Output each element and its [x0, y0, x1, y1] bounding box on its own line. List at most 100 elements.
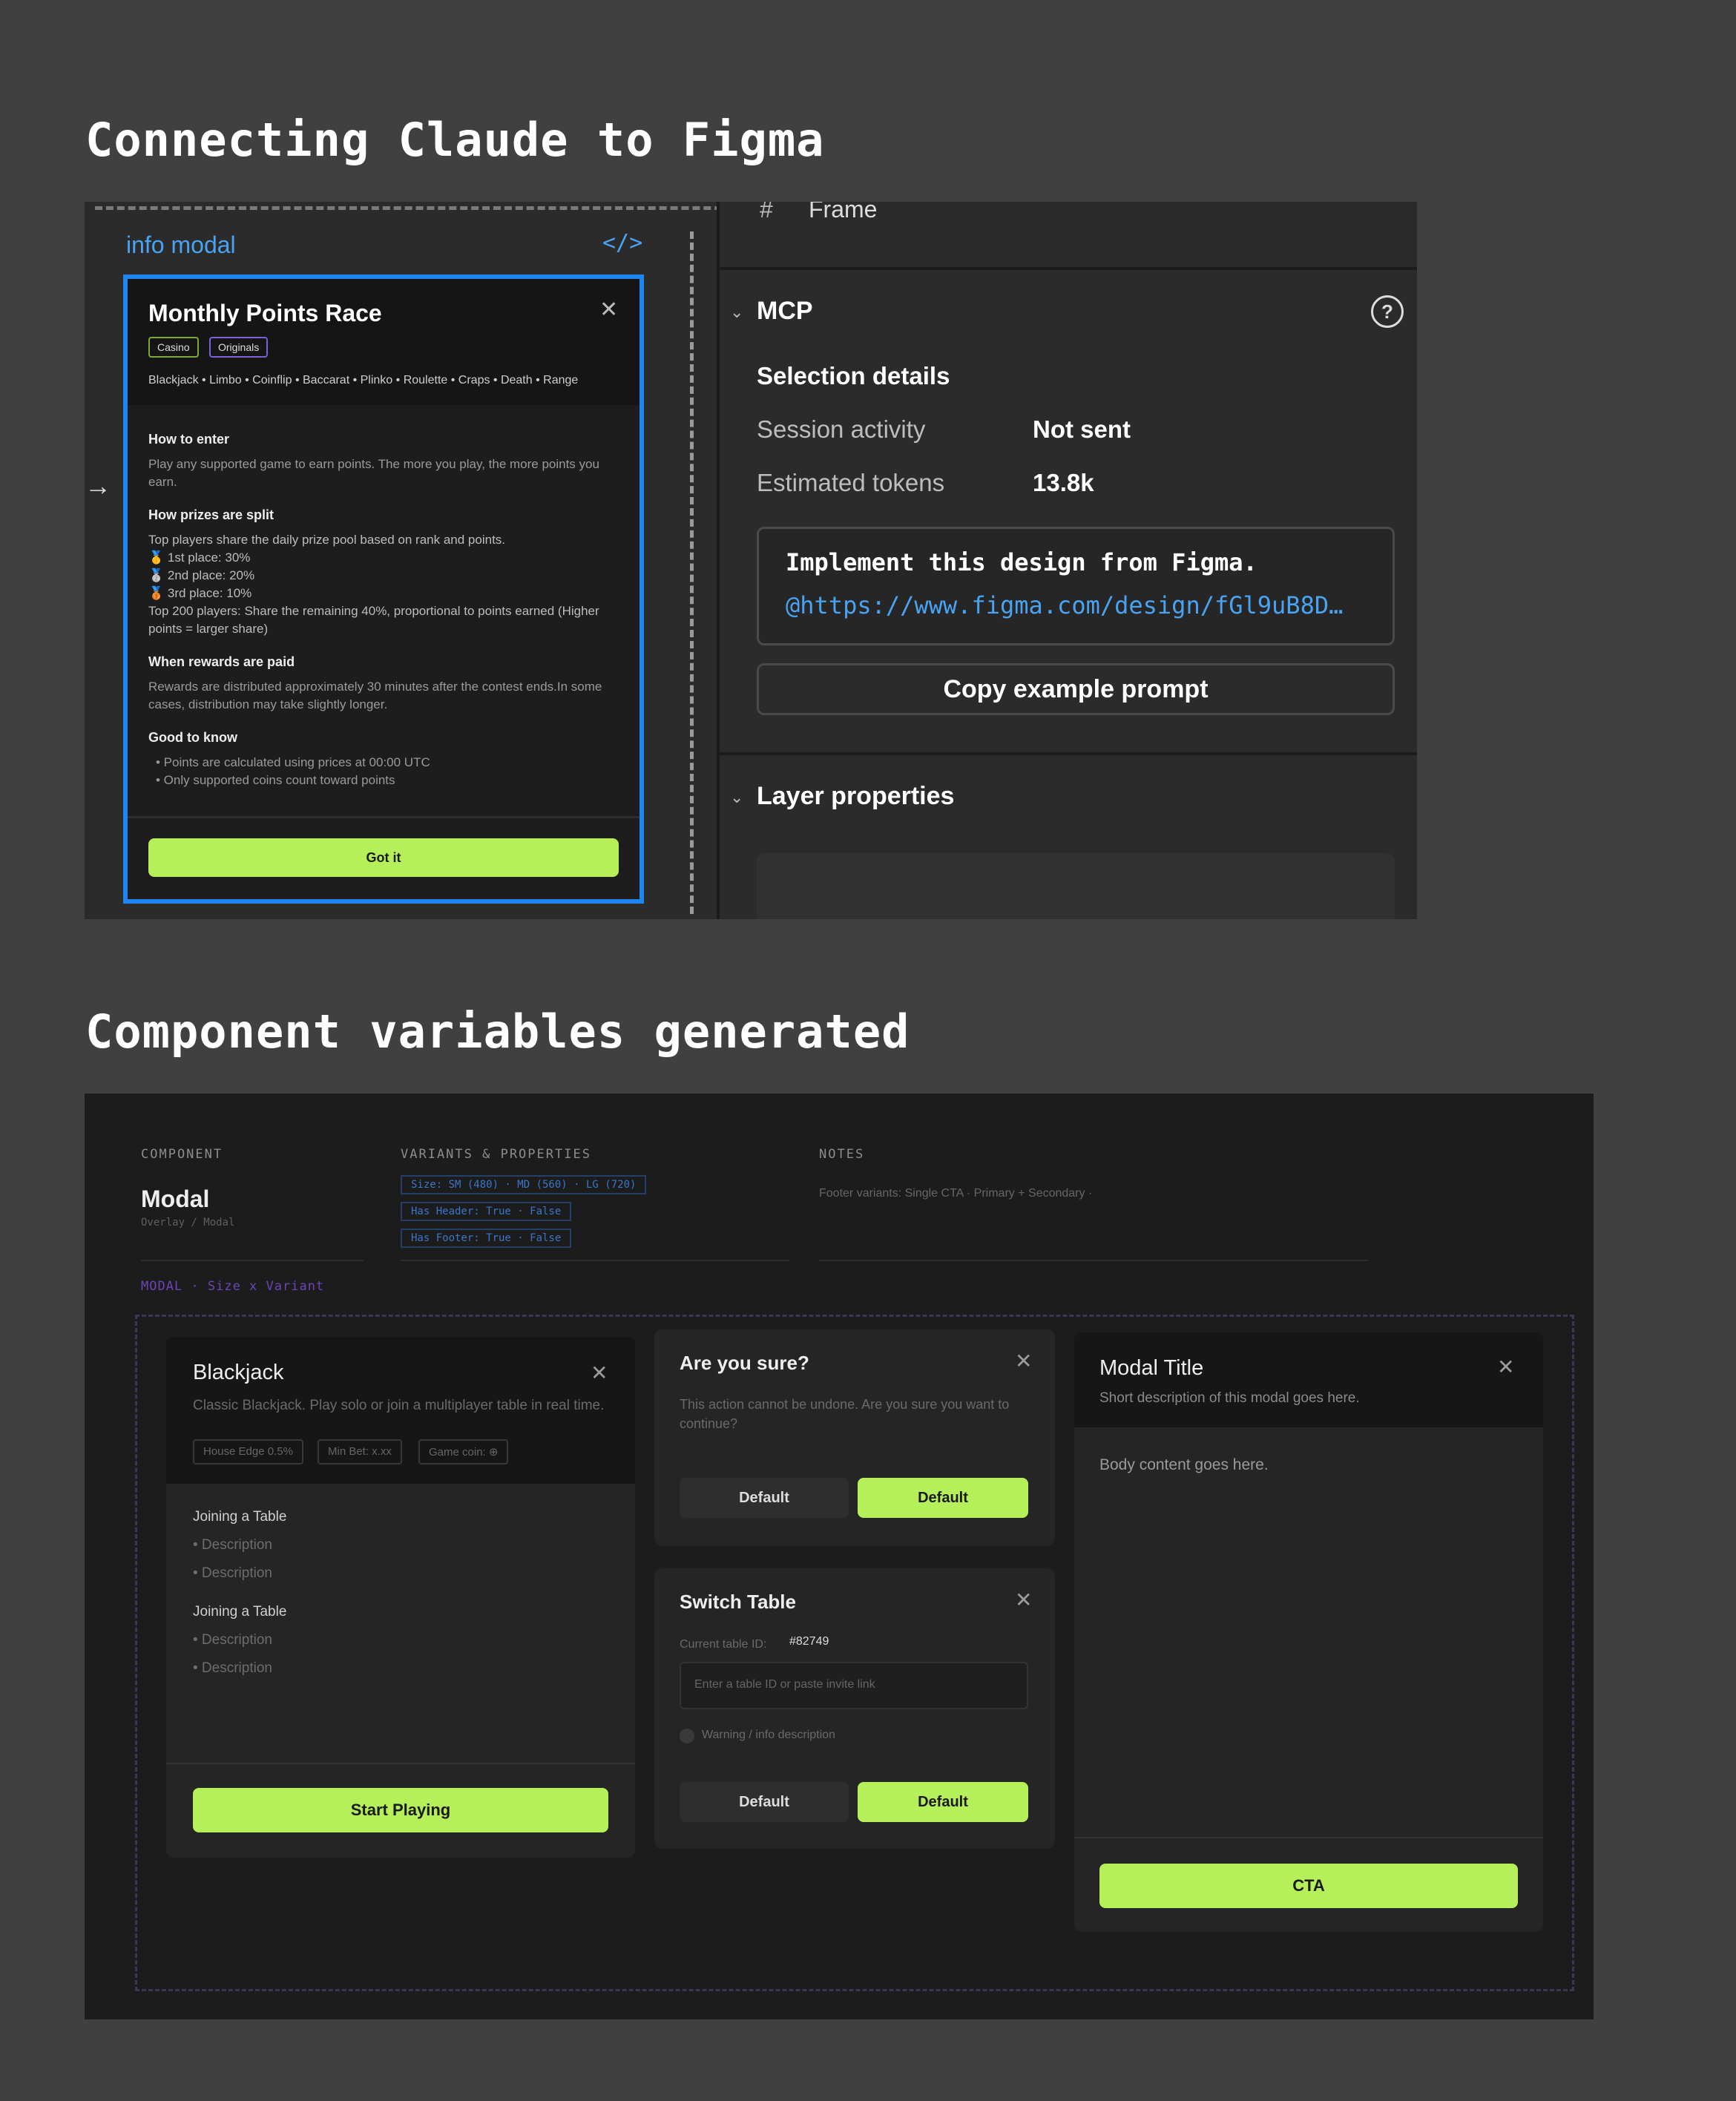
chevron-down-icon[interactable]: ⌄: [730, 303, 743, 322]
divider: [819, 1260, 1368, 1261]
primary-button[interactable]: Default: [858, 1478, 1028, 1518]
modal-variant-blackjack[interactable]: Blackjack ✕ Classic Blackjack. Play solo…: [166, 1337, 635, 1858]
estimated-tokens-label: Estimated tokens: [757, 469, 945, 496]
current-table-label: Current table ID:: [680, 1638, 767, 1651]
frame-dashed-border-top: [95, 206, 755, 210]
prize-third: 🥉 3rd place: 10%: [148, 586, 252, 600]
modal-variant-switch-table[interactable]: Switch Table ✕ Current table ID: #82749 …: [654, 1568, 1055, 1849]
group-heading: Joining a Table: [193, 1509, 287, 1525]
section-heading-component: Component variables generated: [85, 1005, 910, 1059]
prize-rest: Top 200 players: Share the remaining 40%…: [148, 604, 599, 636]
start-playing-button[interactable]: Start Playing: [193, 1788, 608, 1832]
modal-title: Monthly Points Race: [148, 300, 382, 326]
rewards-text: Rewards are distributed approximately 30…: [148, 680, 602, 711]
session-activity-value: Not sent: [1033, 415, 1131, 443]
list-item: • Description: [193, 1565, 272, 1581]
list-item: • Description: [193, 1660, 272, 1676]
warning-icon: [680, 1729, 694, 1743]
prizes-intro: Top players share the daily prize pool b…: [148, 533, 506, 547]
current-table-value: #82749: [789, 1635, 829, 1648]
variant-chip-header: Has Header: True · False: [401, 1202, 572, 1221]
divider: [401, 1260, 789, 1261]
copy-example-prompt-button[interactable]: Copy example prompt: [757, 663, 1395, 715]
layer-properties-title[interactable]: Layer properties: [757, 782, 954, 811]
modal-description: Classic Blackjack. Play solo or join a m…: [193, 1398, 605, 1413]
notes-caption: NOTES: [819, 1147, 865, 1162]
frame-dashed-border-right: [690, 231, 694, 914]
game-coin-pill: Game coin: ⊕: [418, 1439, 509, 1464]
good-to-know-heading: Good to know: [148, 730, 237, 745]
close-icon[interactable]: ✕: [1015, 1588, 1032, 1612]
close-icon[interactable]: ✕: [1015, 1349, 1032, 1373]
secondary-button[interactable]: Default: [680, 1478, 849, 1518]
chevron-down-icon[interactable]: ⌄: [730, 788, 743, 807]
house-edge-pill: House Edge 0.5%: [193, 1439, 303, 1464]
divider: [720, 752, 1417, 755]
modal-header: Monthly Points Race ✕ Casino Originals B…: [128, 279, 640, 405]
component-path: Overlay / Modal: [141, 1217, 235, 1229]
group-heading: Joining a Table: [193, 1604, 287, 1620]
prize-second: 🥈 2nd place: 20%: [148, 568, 255, 582]
breadcrumb: MODAL · Size x Variant: [141, 1279, 325, 1294]
prizes-heading: How prizes are split: [148, 507, 274, 522]
estimated-tokens-value: 13.8k: [1033, 469, 1094, 496]
session-activity-label: Session activity: [757, 415, 926, 443]
example-prompt-box[interactable]: Implement this design from Figma. @https…: [757, 527, 1395, 645]
modal-title: Modal Title: [1099, 1356, 1204, 1380]
min-bet-pill: Min Bet: x.xx: [318, 1439, 402, 1464]
good-item-2: • Only supported coins count toward poin…: [156, 773, 395, 787]
figma-canvas: info modal </> → Monthly Points Race ✕ C…: [85, 202, 755, 919]
games-list: Blackjack • Limbo • Coinflip • Baccarat …: [148, 374, 579, 387]
modal-variant-generic[interactable]: Modal Title ✕ Short description of this …: [1074, 1332, 1543, 1932]
prize-first: 🥇 1st place: 30%: [148, 550, 251, 565]
cta-button[interactable]: CTA: [1099, 1864, 1518, 1908]
prompt-figma-link[interactable]: @https://www.figma.com/design/fGl9uB8D…: [786, 591, 1364, 619]
component-caption: COMPONENT: [141, 1147, 223, 1162]
selection-details-label: Selection details: [757, 362, 950, 389]
rewards-heading: When rewards are paid: [148, 654, 295, 669]
arrow-right-icon: →: [85, 470, 111, 501]
secondary-button[interactable]: Default: [680, 1782, 849, 1822]
how-to-enter-text: Play any supported game to earn points. …: [148, 457, 599, 489]
list-item: • Description: [193, 1537, 272, 1553]
variant-chip-size: Size: SM (480) · MD (560) · LG (720): [401, 1175, 647, 1194]
modal-description: Short description of this modal goes her…: [1099, 1390, 1360, 1406]
tag-casino: Casino: [148, 337, 199, 358]
layer-properties-box: [757, 853, 1395, 919]
divider: [166, 1763, 635, 1764]
divider: [720, 267, 1417, 270]
modal-title: Switch Table: [680, 1591, 796, 1613]
input-placeholder: Enter a table ID or paste invite link: [694, 1678, 875, 1691]
variants-caption: VARIANTS & PROPERTIES: [401, 1147, 591, 1162]
good-item-1: • Points are calculated using prices at …: [156, 755, 430, 769]
frame-label-info-modal[interactable]: info modal: [126, 231, 236, 259]
modal-description: This action cannot be undone. Are you su…: [680, 1397, 1010, 1431]
got-it-button[interactable]: Got it: [148, 838, 619, 877]
frame-icon: #: [760, 202, 773, 223]
divider: [1074, 1837, 1543, 1838]
figma-screenshot-panel: info modal </> → Monthly Points Race ✕ C…: [85, 202, 1417, 919]
mcp-section-title[interactable]: MCP: [757, 297, 813, 326]
variant-chip-footer: Has Footer: True · False: [401, 1229, 572, 1248]
section-heading-connecting: Connecting Claude to Figma: [85, 113, 825, 167]
help-icon[interactable]: ?: [1371, 295, 1404, 328]
modal-variant-confirm[interactable]: Are you sure? ✕ This action cannot be un…: [654, 1329, 1055, 1546]
selected-info-modal[interactable]: Monthly Points Race ✕ Casino Originals B…: [123, 274, 644, 904]
close-icon[interactable]: ✕: [599, 297, 618, 323]
frame-label[interactable]: Frame: [809, 202, 877, 223]
notes-text: Footer variants: Single CTA · Primary + …: [819, 1187, 1093, 1200]
close-icon[interactable]: ✕: [1497, 1355, 1514, 1379]
list-item: • Description: [193, 1632, 272, 1648]
prompt-text: Implement this design from Figma.: [786, 548, 1257, 576]
modal-title: Blackjack: [193, 1361, 284, 1384]
warning-text: Warning / info description: [702, 1729, 835, 1741]
component-name: Modal: [141, 1186, 210, 1212]
divider: [141, 1260, 364, 1261]
code-icon[interactable]: </>: [602, 230, 642, 256]
close-icon[interactable]: ✕: [591, 1361, 608, 1385]
how-to-enter-heading: How to enter: [148, 432, 230, 447]
tag-originals: Originals: [209, 337, 269, 358]
component-spec-panel: COMPONENT Modal Overlay / Modal VARIANTS…: [85, 1094, 1594, 2019]
primary-button[interactable]: Default: [858, 1782, 1028, 1822]
table-id-input[interactable]: Enter a table ID or paste invite link: [680, 1662, 1028, 1709]
